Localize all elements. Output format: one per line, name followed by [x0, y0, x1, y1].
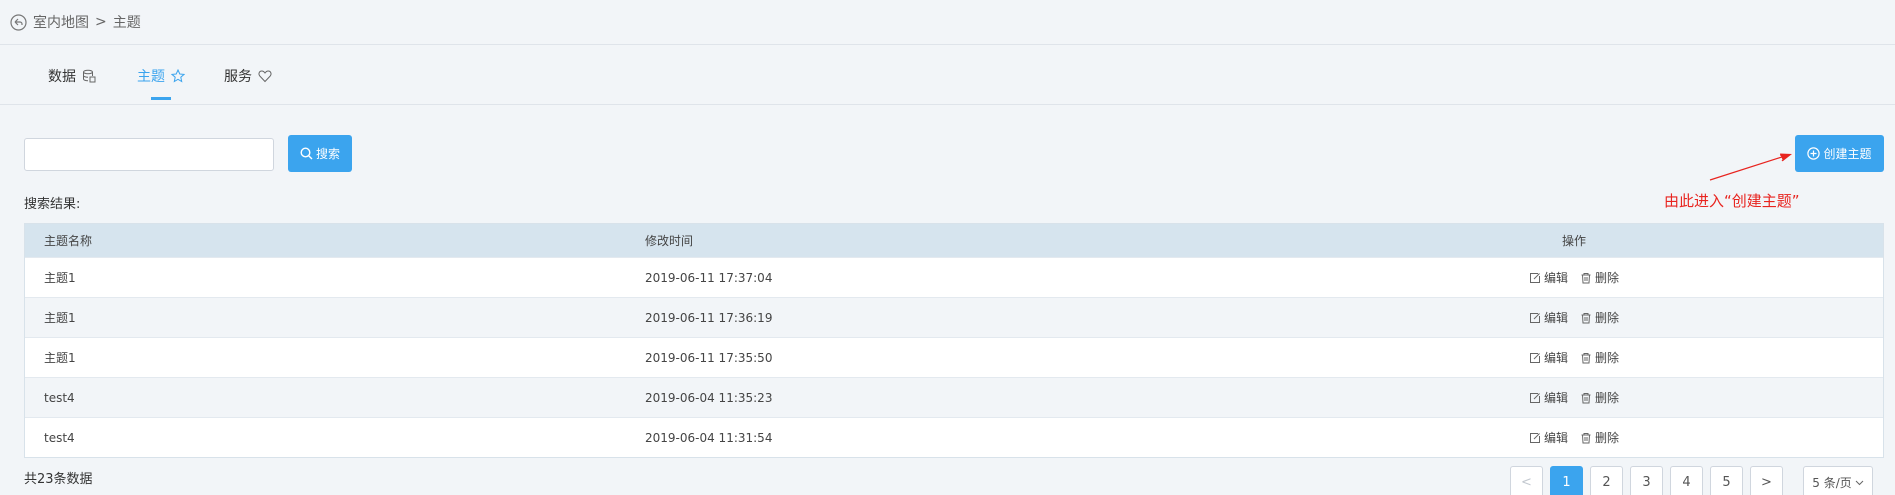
tab-data[interactable]: 数据	[48, 46, 96, 105]
delete-label: 删除	[1595, 311, 1620, 325]
edit-label: 编辑	[1543, 431, 1568, 445]
annotation-arrow	[1709, 153, 1792, 181]
breadcrumb-current: 主题	[112, 15, 141, 31]
trash-icon	[1580, 352, 1592, 364]
chevron-down-icon	[1855, 478, 1864, 487]
delete-label: 删除	[1595, 351, 1620, 365]
edit-icon	[1529, 392, 1541, 404]
back-arrow-icon[interactable]	[10, 13, 27, 31]
create-theme-label: 创建主题	[1823, 147, 1872, 161]
edit-button[interactable]: 编辑	[1529, 309, 1568, 326]
total-count: 共23条数据	[24, 472, 93, 487]
row-time: 2019-06-11 17:37:04	[645, 270, 773, 285]
heart-icon	[258, 69, 272, 83]
edit-icon	[1529, 272, 1541, 284]
row-actions: 编辑 删除	[1265, 389, 1883, 406]
edit-button[interactable]: 编辑	[1529, 389, 1568, 406]
edit-button[interactable]: 编辑	[1529, 269, 1568, 286]
row-actions: 编辑 删除	[1265, 269, 1883, 286]
breadcrumb-separator: >	[95, 14, 107, 30]
tab-service[interactable]: 服务	[224, 46, 272, 105]
database-icon	[82, 69, 96, 83]
delete-button[interactable]: 删除	[1580, 389, 1619, 406]
edit-icon	[1529, 352, 1541, 364]
row-time: 2019-06-11 17:35:50	[645, 350, 773, 365]
table-row: 主题1 2019-06-11 17:35:50 编辑 删除	[25, 337, 1883, 377]
tab-data-label: 数据	[48, 68, 76, 85]
tab-theme-label: 主题	[137, 68, 165, 85]
edit-label: 编辑	[1543, 351, 1568, 365]
search-button-label: 搜索	[315, 147, 340, 161]
delete-label: 删除	[1595, 431, 1620, 445]
create-theme-button[interactable]: 创建主题	[1795, 135, 1884, 172]
pagination-page[interactable]: 1	[1550, 466, 1583, 495]
header-ops: 操作	[1561, 234, 1586, 248]
row-time: 2019-06-11 17:36:19	[645, 310, 773, 325]
pagination-next[interactable]: >	[1750, 466, 1783, 495]
edit-label: 编辑	[1543, 391, 1568, 405]
row-name: test4	[44, 390, 75, 405]
star-icon	[171, 68, 185, 83]
delete-button[interactable]: 删除	[1580, 309, 1619, 326]
delete-label: 删除	[1595, 391, 1620, 405]
pagination-page[interactable]: 4	[1670, 466, 1703, 495]
delete-button[interactable]: 删除	[1580, 269, 1619, 286]
header-time: 修改时间	[645, 234, 694, 248]
trash-icon	[1580, 432, 1592, 444]
plus-circle-icon	[1807, 147, 1821, 160]
edit-icon	[1529, 312, 1541, 324]
edit-icon	[1529, 432, 1541, 444]
row-name: test4	[44, 430, 75, 445]
trash-icon	[1580, 312, 1592, 324]
table-header: 主题名称 修改时间 操作	[25, 224, 1883, 257]
trash-icon	[1580, 272, 1592, 284]
breadcrumb-parent[interactable]: 室内地图	[33, 12, 89, 32]
annotation-text: 由此进入“创建主题”	[1664, 192, 1800, 210]
tab-bar: 数据 主题 服务	[0, 46, 1895, 105]
edit-button[interactable]: 编辑	[1529, 429, 1568, 446]
page-size-select[interactable]: 5 条/页	[1803, 466, 1873, 495]
row-actions: 编辑 删除	[1265, 309, 1883, 326]
pagination-page[interactable]: 5	[1710, 466, 1743, 495]
results-label: 搜索结果:	[24, 197, 81, 212]
delete-label: 删除	[1595, 271, 1620, 285]
search-button[interactable]: 搜索	[288, 135, 352, 172]
pagination-page[interactable]: 2	[1590, 466, 1623, 495]
table-row: 主题1 2019-06-11 17:37:04 编辑 删除	[25, 257, 1883, 297]
search-input[interactable]	[24, 138, 274, 171]
search-icon	[300, 147, 313, 160]
tab-service-label: 服务	[224, 68, 252, 85]
table-row: test4 2019-06-04 11:31:54 编辑 删除	[25, 417, 1883, 457]
themes-table: 主题名称 修改时间 操作 主题1 2019-06-11 17:37:04 编辑 …	[24, 223, 1884, 458]
header-name: 主题名称	[44, 234, 93, 248]
row-actions: 编辑 删除	[1265, 429, 1883, 446]
row-name: 主题1	[44, 311, 76, 325]
pagination-page[interactable]: 3	[1630, 466, 1663, 495]
pagination-prev[interactable]: <	[1510, 466, 1543, 495]
delete-button[interactable]: 删除	[1580, 429, 1619, 446]
breadcrumb: 室内地图 > 主题	[0, 0, 1895, 45]
edit-label: 编辑	[1543, 311, 1568, 325]
page-size-value: 5 条/页	[1812, 476, 1852, 490]
table-row: test4 2019-06-04 11:35:23 编辑 删除	[25, 377, 1883, 417]
delete-button[interactable]: 删除	[1580, 349, 1619, 366]
tab-theme[interactable]: 主题	[137, 46, 185, 105]
trash-icon	[1580, 392, 1592, 404]
row-name: 主题1	[44, 351, 76, 365]
row-time: 2019-06-04 11:35:23	[645, 390, 773, 405]
edit-label: 编辑	[1543, 271, 1568, 285]
table-row: 主题1 2019-06-11 17:36:19 编辑 删除	[25, 297, 1883, 337]
row-time: 2019-06-04 11:31:54	[645, 430, 773, 445]
row-actions: 编辑 删除	[1265, 349, 1883, 366]
edit-button[interactable]: 编辑	[1529, 349, 1568, 366]
row-name: 主题1	[44, 271, 76, 285]
